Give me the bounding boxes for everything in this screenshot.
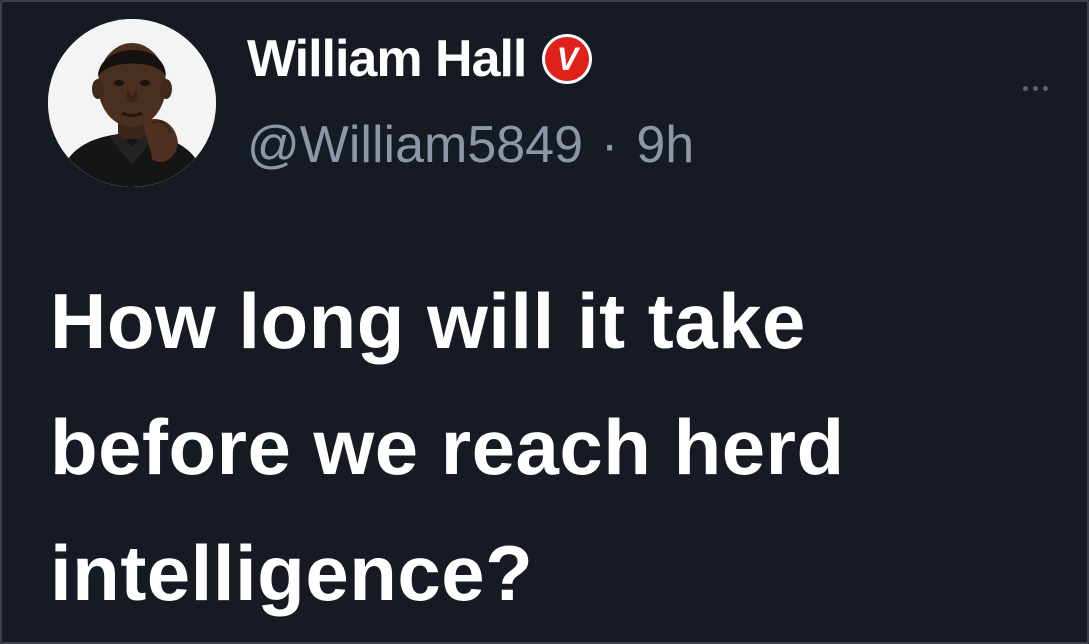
user-handle[interactable]: @William5849 [247,115,583,175]
tweet-text-line: How long will it take [50,277,806,365]
verified-badge-letter: V [545,37,590,81]
tweet-text-line: intelligence? [50,529,534,617]
display-name[interactable]: William Hall [247,29,527,89]
verified-badge-icon: V [542,34,593,84]
author-name-row: William Hall V [247,28,593,90]
tweet-card: William Hall V @William5849 · 9h How lon… [0,0,1089,644]
more-dot [1022,85,1028,91]
tweet-timestamp[interactable]: 9h [636,115,694,175]
avatar[interactable] [48,19,216,187]
tweet-body: How long will it take before we reach he… [50,258,1060,636]
more-options-icon[interactable] [1010,70,1060,106]
more-dot [1032,85,1038,91]
avatar-image [48,19,216,187]
more-dot [1042,85,1048,91]
meta-separator: · [601,116,619,174]
author-meta-row: @William5849 · 9h [247,114,694,176]
tweet-text-line: before we reach herd [50,403,845,491]
